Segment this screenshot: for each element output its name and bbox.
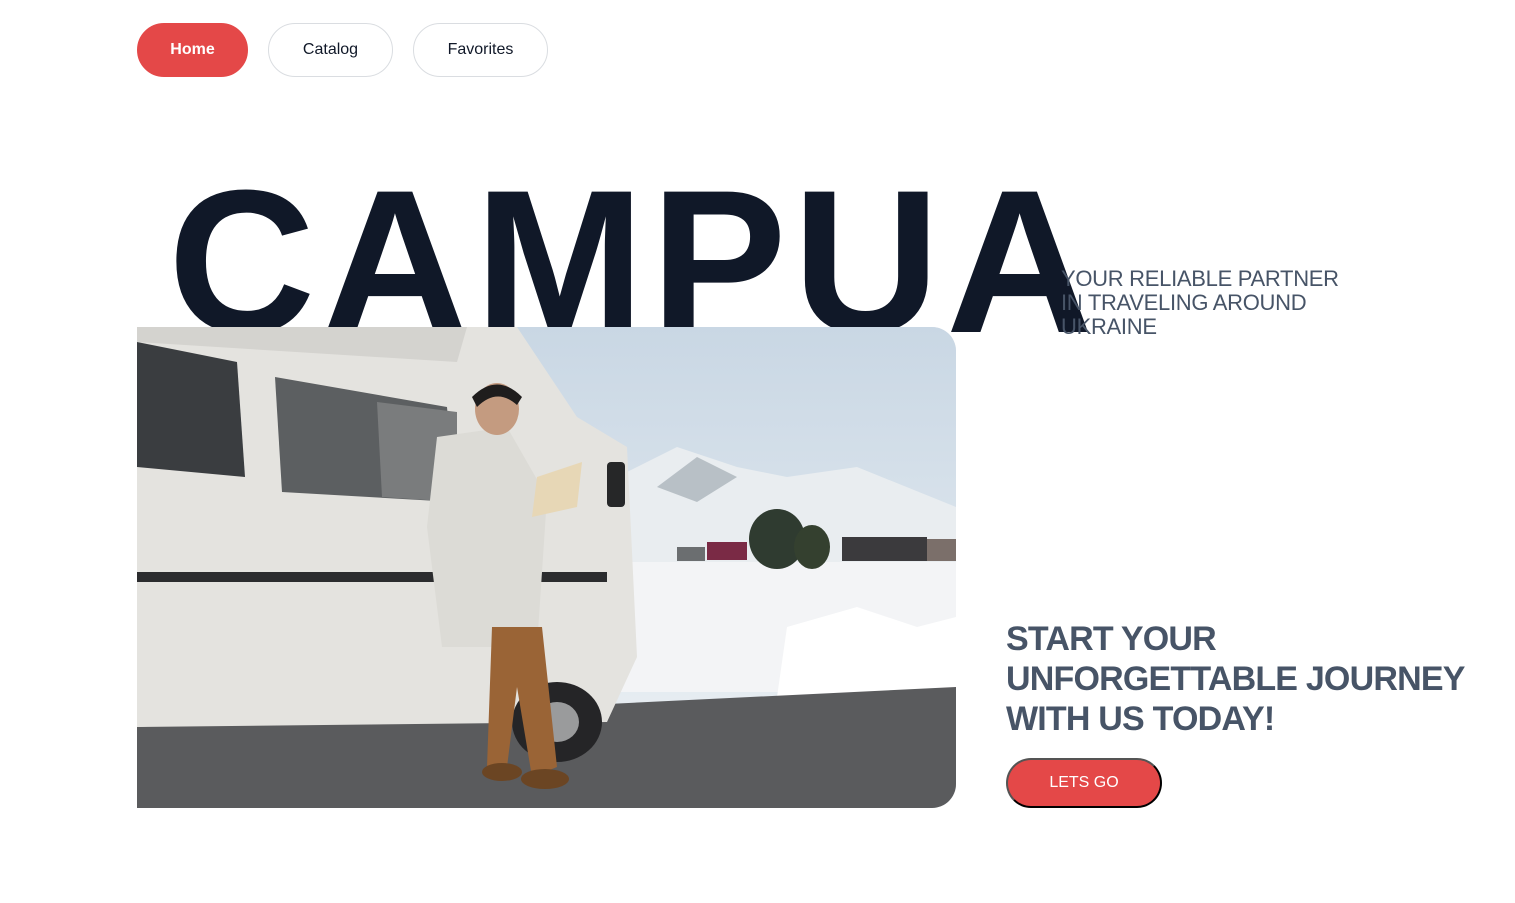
- hero-tagline: YOUR RELIABLE PARTNER IN TRAVELING AROUN…: [1061, 266, 1339, 339]
- main-nav: Home Catalog Favorites: [137, 23, 548, 77]
- lets-go-button[interactable]: LETS GO: [1006, 758, 1162, 808]
- hero-image-illustration: [137, 327, 956, 808]
- hero-image: [137, 327, 956, 808]
- nav-catalog-button[interactable]: Catalog: [268, 23, 393, 77]
- cta-heading: START YOUR UNFORGETTABLE JOURNEY WITH US…: [1006, 620, 1465, 738]
- nav-favorites-button[interactable]: Favorites: [413, 23, 548, 77]
- nav-home-button[interactable]: Home: [137, 23, 248, 77]
